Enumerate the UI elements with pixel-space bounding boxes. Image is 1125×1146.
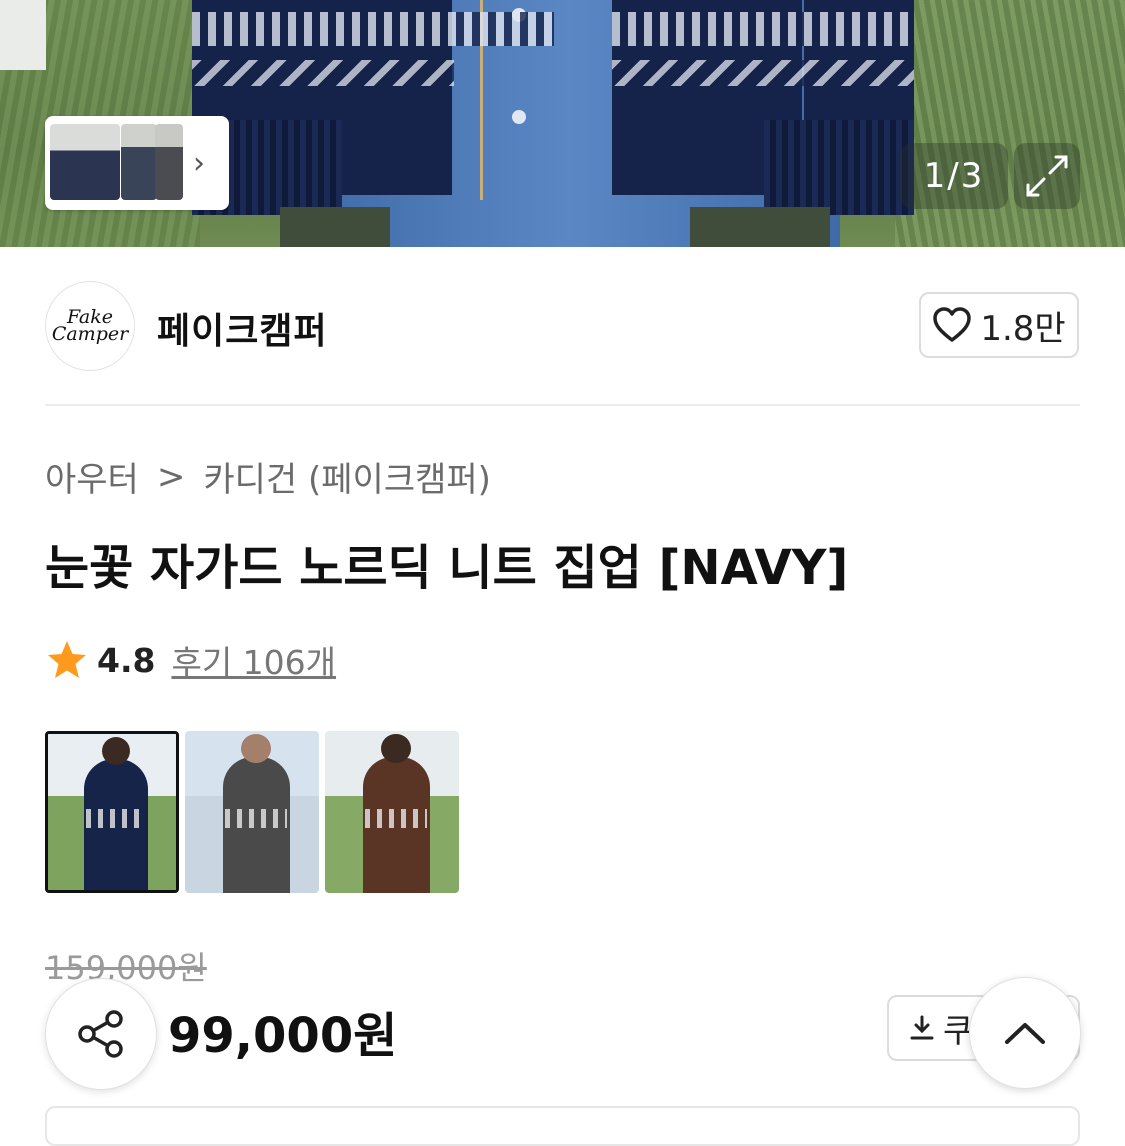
brand-logo[interactable]: Fake Camper [45,281,135,371]
variant-thumb-navy[interactable] [45,731,179,893]
like-count: 1.8만 [980,308,1066,349]
heart-icon [933,307,972,342]
breadcrumb-subcategory[interactable]: 카디건 (페이크캠퍼) [203,452,491,501]
logo-text: Camper [51,323,129,345]
divider [45,404,1080,406]
share-button[interactable] [45,978,157,1090]
variant-thumb-brown[interactable] [325,731,459,893]
sale-price: 99,000원 [168,1008,398,1064]
gallery-thumbnail-strip[interactable]: › [45,116,229,210]
variant-thumb-charcoal[interactable] [185,731,319,893]
rating-score: 4.8 [97,640,156,680]
brand-name[interactable]: 페이크캠퍼 [157,302,328,354]
original-price: 159,000원 [45,949,207,987]
pants [690,207,830,247]
breadcrumb-category[interactable]: 아우터 [45,452,139,501]
option-select-card[interactable] [45,1106,1080,1146]
background-grass [895,0,1125,247]
gallery-thumbnail[interactable] [155,124,183,200]
chevron-right-icon[interactable]: › [193,146,205,181]
scroll-top-button[interactable] [969,977,1081,1089]
chevron-up-icon [1005,1023,1045,1044]
reviews-link[interactable]: 후기 106개 [171,636,336,684]
pants [280,207,390,247]
expand-button[interactable] [1014,143,1080,209]
rating-row: 4.8 후기 106개 [45,636,336,684]
counter-total: 3 [960,156,985,196]
product-title: 눈꽃 자가드 노르딕 니트 집업 [NAVY] [45,540,849,596]
breadcrumb-separator: > [156,456,186,497]
image-counter: 1/3 [900,143,1008,209]
cardigan-body [192,0,914,215]
counter-separator: / [947,156,961,196]
star-icon [48,641,86,678]
product-main-image[interactable]: › 1/3 [0,0,1125,247]
gallery-thumbnail[interactable] [50,124,120,200]
fence-post [0,0,46,70]
like-button[interactable]: 1.8만 [919,292,1079,358]
breadcrumb: 아우터 > 카디건 (페이크캠퍼) [45,452,491,501]
share-icon [78,1010,123,1058]
download-icon [910,1015,934,1040]
gallery-thumbnail[interactable] [121,124,157,200]
expand-icon [1026,155,1068,197]
counter-current: 1 [923,156,948,196]
